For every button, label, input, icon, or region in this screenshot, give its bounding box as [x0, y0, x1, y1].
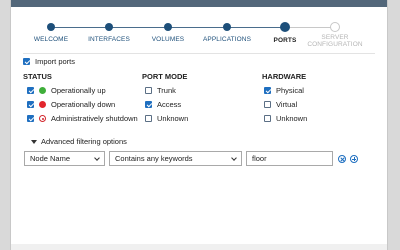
status-up-label: Operationally up	[51, 86, 106, 95]
port-mode-unknown-checkbox[interactable]	[145, 115, 152, 122]
status-option-shutdown[interactable]: Administratively shutdown	[27, 114, 138, 123]
dialog-footer-strip	[11, 244, 387, 250]
status-down-icon	[39, 101, 46, 108]
filter-value-text: floor	[252, 154, 267, 163]
virtual-label: Virtual	[276, 100, 298, 109]
hardware-option-unknown[interactable]: Unknown	[264, 114, 307, 123]
status-heading: STATUS	[23, 72, 52, 81]
step-dot-current	[280, 22, 290, 32]
port-mode-option-trunk[interactable]: Trunk	[145, 86, 176, 95]
status-shutdown-label: Administratively shutdown	[51, 114, 138, 123]
step-label-line1: SERVER	[321, 34, 349, 41]
port-mode-option-access[interactable]: Access	[145, 100, 181, 109]
step-label-line2: CONFIGURATION	[307, 41, 363, 48]
hardware-option-physical[interactable]: Physical	[264, 86, 304, 95]
status-option-up[interactable]: Operationally up	[27, 86, 106, 95]
status-up-checkbox[interactable]	[27, 87, 34, 94]
dialog: WELCOME INTERFACES VOLUMES APPLICATIONS …	[10, 0, 388, 250]
divider	[23, 53, 375, 54]
status-down-checkbox[interactable]	[27, 101, 34, 108]
hardware-option-virtual[interactable]: Virtual	[264, 100, 297, 109]
access-label: Access	[157, 100, 182, 109]
hardware-heading: HARDWARE	[262, 72, 307, 81]
collapse-triangle-icon	[31, 139, 37, 144]
status-up-icon	[39, 87, 46, 94]
chevron-down-icon	[94, 154, 100, 161]
import-ports-label: Import ports	[35, 57, 76, 66]
trunk-checkbox[interactable]	[145, 87, 152, 94]
wizard-step-server-configuration: SERVER CONFIGURATION	[295, 21, 375, 48]
port-mode-heading: PORT MODE	[142, 72, 188, 81]
hardware-unknown-checkbox[interactable]	[264, 115, 271, 122]
remove-filter-icon[interactable]	[338, 155, 346, 163]
step-dot	[47, 23, 55, 31]
chevron-down-icon	[231, 154, 237, 161]
step-dot	[105, 23, 113, 31]
status-shutdown-checkbox[interactable]	[27, 115, 34, 122]
access-checkbox[interactable]	[145, 101, 152, 108]
step-dot-pending	[330, 22, 340, 32]
port-mode-option-unknown[interactable]: Unknown	[145, 114, 188, 123]
physical-checkbox[interactable]	[264, 87, 271, 94]
step-label: SERVER CONFIGURATION	[295, 34, 375, 48]
status-shutdown-icon	[39, 115, 46, 122]
import-ports-checkbox[interactable]	[23, 58, 30, 65]
wizard-steps: WELCOME INTERFACES VOLUMES APPLICATIONS …	[11, 7, 387, 53]
status-down-label: Operationally down	[51, 100, 116, 109]
dialog-header-band	[11, 0, 387, 7]
filter-operator-value: Contains any keywords	[115, 154, 193, 163]
filter-operator-select[interactable]: Contains any keywords	[109, 151, 242, 166]
virtual-checkbox[interactable]	[264, 101, 271, 108]
advanced-filtering-label: Advanced filtering options	[41, 137, 127, 146]
port-mode-unknown-label: Unknown	[157, 114, 189, 123]
add-filter-icon[interactable]	[350, 155, 358, 163]
physical-label: Physical	[276, 86, 304, 95]
status-option-down[interactable]: Operationally down	[27, 100, 115, 109]
filter-field-value: Node Name	[30, 154, 71, 163]
trunk-label: Trunk	[157, 86, 176, 95]
import-ports-option[interactable]: Import ports	[23, 57, 75, 66]
filter-field-select[interactable]: Node Name	[24, 151, 105, 166]
hardware-unknown-label: Unknown	[276, 114, 308, 123]
step-dot	[223, 23, 231, 31]
advanced-filtering-toggle[interactable]: Advanced filtering options	[31, 137, 127, 146]
filter-value-input[interactable]: floor	[246, 151, 333, 166]
step-dot	[164, 23, 172, 31]
